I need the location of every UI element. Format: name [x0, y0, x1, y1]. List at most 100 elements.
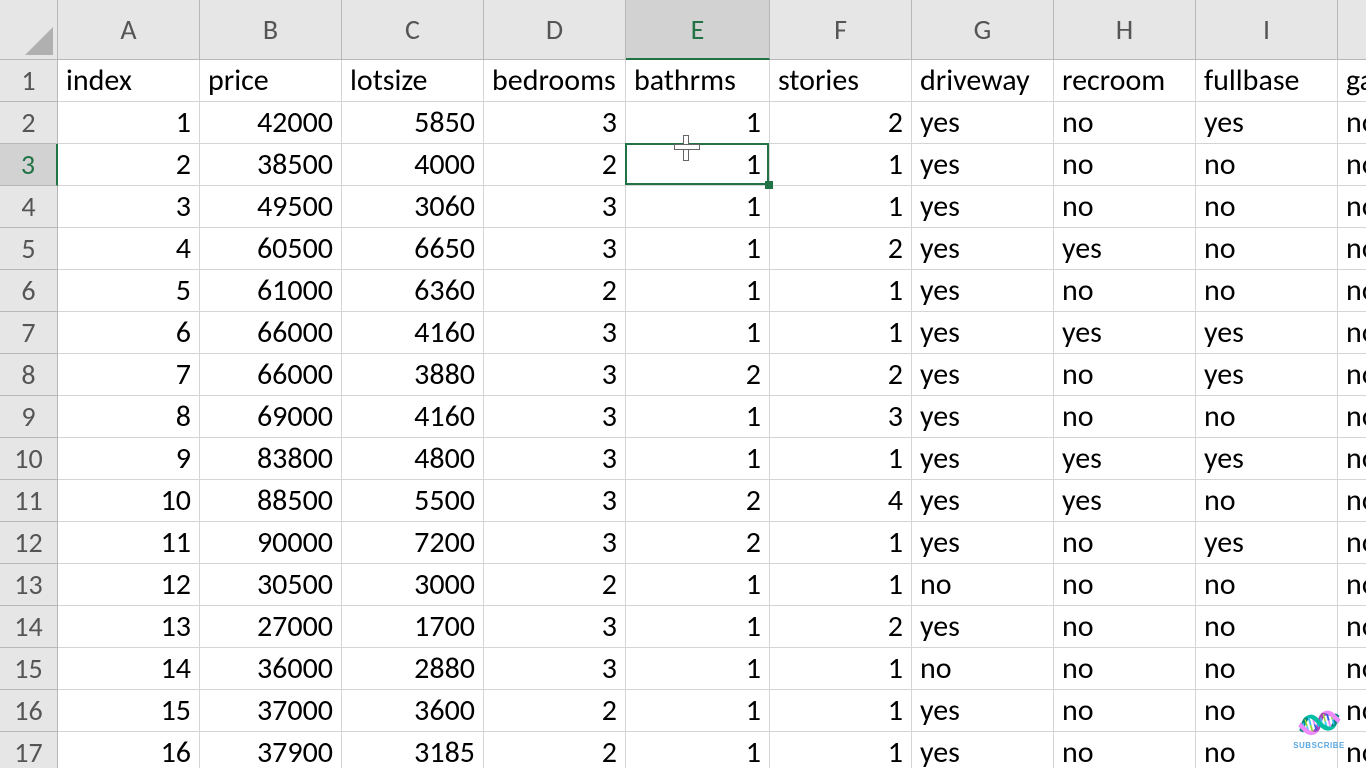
cell[interactable]: yes: [1054, 228, 1196, 270]
cell[interactable]: 1: [626, 270, 770, 312]
cell[interactable]: 3880: [342, 354, 484, 396]
cell[interactable]: 4160: [342, 312, 484, 354]
cell[interactable]: 1: [770, 144, 912, 186]
column-header-H[interactable]: H: [1054, 0, 1196, 60]
cell[interactable]: yes: [1196, 354, 1338, 396]
cell[interactable]: no: [1196, 648, 1338, 690]
cell[interactable]: yes: [1054, 438, 1196, 480]
column-header-B[interactable]: B: [200, 0, 342, 60]
cell[interactable]: no: [1196, 186, 1338, 228]
row-header-17[interactable]: 17: [0, 732, 58, 768]
row-header-4[interactable]: 4: [0, 186, 58, 228]
cell[interactable]: yes: [912, 144, 1054, 186]
cell[interactable]: 1: [58, 102, 200, 144]
cell[interactable]: 27000: [200, 606, 342, 648]
column-header-J[interactable]: J: [1338, 0, 1366, 60]
cell[interactable]: yes: [912, 732, 1054, 768]
cell[interactable]: 11: [58, 522, 200, 564]
row-header-13[interactable]: 13: [0, 564, 58, 606]
header-cell-price[interactable]: price: [200, 60, 342, 102]
cell[interactable]: 30500: [200, 564, 342, 606]
cell[interactable]: yes: [912, 270, 1054, 312]
cell[interactable]: 1: [626, 690, 770, 732]
cell[interactable]: 7200: [342, 522, 484, 564]
cell[interactable]: yes: [1196, 102, 1338, 144]
header-cell-index[interactable]: index: [58, 60, 200, 102]
cell[interactable]: no: [1196, 228, 1338, 270]
cell[interactable]: 37900: [200, 732, 342, 768]
cell[interactable]: no: [1338, 606, 1366, 648]
cell[interactable]: 3: [484, 606, 626, 648]
cell[interactable]: 1: [770, 648, 912, 690]
cell[interactable]: 13: [58, 606, 200, 648]
cell[interactable]: 2: [484, 270, 626, 312]
row-header-7[interactable]: 7: [0, 312, 58, 354]
header-cell-driveway[interactable]: driveway: [912, 60, 1054, 102]
row-header-10[interactable]: 10: [0, 438, 58, 480]
cell[interactable]: 2: [626, 480, 770, 522]
cell[interactable]: 66000: [200, 354, 342, 396]
cell[interactable]: 4160: [342, 396, 484, 438]
cell[interactable]: 2: [58, 144, 200, 186]
cell[interactable]: 14: [58, 648, 200, 690]
cell[interactable]: no: [912, 564, 1054, 606]
cell[interactable]: yes: [912, 438, 1054, 480]
cell[interactable]: 4800: [342, 438, 484, 480]
cell[interactable]: no: [1054, 690, 1196, 732]
cell[interactable]: no: [1054, 732, 1196, 768]
cell[interactable]: 4000: [342, 144, 484, 186]
subscribe-badge[interactable]: 🧬 SUBSCRIBE: [1290, 709, 1348, 750]
cell[interactable]: no: [1338, 564, 1366, 606]
cell[interactable]: no: [1054, 396, 1196, 438]
select-all-corner[interactable]: [0, 0, 58, 60]
cell[interactable]: no: [1054, 186, 1196, 228]
cell[interactable]: yes: [912, 522, 1054, 564]
cell[interactable]: 3600: [342, 690, 484, 732]
header-cell-bedrooms[interactable]: bedrooms: [484, 60, 626, 102]
cell[interactable]: no: [1338, 186, 1366, 228]
header-cell-recroom[interactable]: recroom: [1054, 60, 1196, 102]
cell[interactable]: no: [1054, 354, 1196, 396]
column-header-A[interactable]: A: [58, 0, 200, 60]
cell[interactable]: no: [1054, 606, 1196, 648]
cell[interactable]: 5850: [342, 102, 484, 144]
cell[interactable]: 1: [626, 564, 770, 606]
cell[interactable]: no: [1338, 102, 1366, 144]
cell[interactable]: 3: [484, 186, 626, 228]
cell[interactable]: 1: [770, 186, 912, 228]
cell[interactable]: 4: [770, 480, 912, 522]
cell[interactable]: 1: [626, 144, 770, 186]
cell[interactable]: yes: [912, 606, 1054, 648]
cell[interactable]: 37000: [200, 690, 342, 732]
column-header-I[interactable]: I: [1196, 0, 1338, 60]
cell[interactable]: 5: [58, 270, 200, 312]
cell[interactable]: 16: [58, 732, 200, 768]
cell[interactable]: yes: [1054, 312, 1196, 354]
cell[interactable]: 6360: [342, 270, 484, 312]
row-header-12[interactable]: 12: [0, 522, 58, 564]
cell[interactable]: 1: [770, 690, 912, 732]
cell[interactable]: no: [1338, 438, 1366, 480]
cell[interactable]: 2: [770, 354, 912, 396]
cell[interactable]: no: [1196, 480, 1338, 522]
cell[interactable]: 61000: [200, 270, 342, 312]
cell[interactable]: 3: [484, 102, 626, 144]
cell[interactable]: 3: [484, 480, 626, 522]
cell[interactable]: no: [1338, 648, 1366, 690]
header-cell-bathrms[interactable]: bathrms: [626, 60, 770, 102]
cell[interactable]: 69000: [200, 396, 342, 438]
cell[interactable]: 2: [770, 102, 912, 144]
cell[interactable]: 7: [58, 354, 200, 396]
cell[interactable]: 3: [484, 228, 626, 270]
cell[interactable]: 1: [770, 312, 912, 354]
cell[interactable]: 5500: [342, 480, 484, 522]
cell[interactable]: 1: [770, 522, 912, 564]
cell[interactable]: 2: [626, 522, 770, 564]
cell[interactable]: no: [1196, 270, 1338, 312]
cell[interactable]: 3060: [342, 186, 484, 228]
cell[interactable]: 3: [484, 648, 626, 690]
cell[interactable]: 83800: [200, 438, 342, 480]
cell[interactable]: no: [1054, 270, 1196, 312]
cell[interactable]: 2: [626, 354, 770, 396]
cell[interactable]: 1: [770, 732, 912, 768]
